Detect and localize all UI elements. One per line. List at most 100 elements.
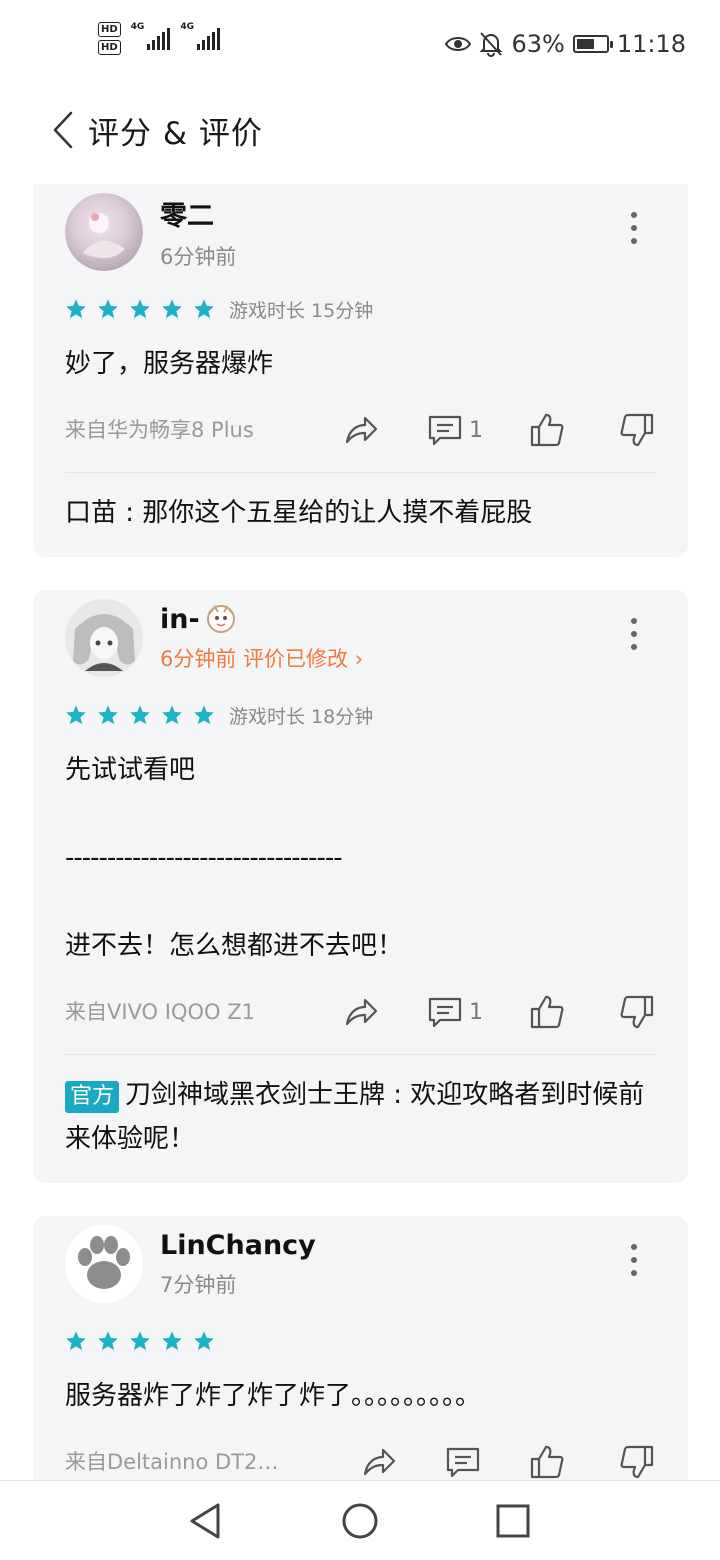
share-icon [345,998,378,1026]
bell-off-icon [480,32,503,57]
edited-link[interactable]: 评价已修改 › [243,647,363,671]
more-options-button[interactable] [622,1240,646,1280]
more-options-button[interactable] [622,208,646,248]
playtime: 游戏时长 15分钟 [229,299,374,322]
signal-icon-sim1: 4G [131,22,171,50]
device-label: 来自华为畅享8 Plus [65,418,254,442]
comment-count: 1 [469,417,483,443]
like-button[interactable] [529,994,565,1030]
star-icon [162,705,182,725]
comment-icon [446,1447,480,1478]
reply[interactable]: 口苗 : 那你这个五星给的让人摸不着屁股 [65,473,656,557]
review-card: 零二 6分钟前 游戏时长 15分钟 妙了，服务器爆炸 来自华为畅享8 Plus … [33,184,688,557]
review-time: 6分钟前 [160,646,237,671]
system-nav-bar [0,1480,720,1560]
reply-text: 刀剑神域黑衣剑士王牌 : 欢迎攻略者到时候前来体验呢！ [65,1080,645,1154]
review-line: 进不去！怎么想都进不去吧！ [65,931,404,961]
user-badge-icon [206,605,235,633]
share-button[interactable] [361,1444,397,1480]
star-icon [66,299,86,319]
review-meta: 6分钟前 评价已修改 › [160,643,363,673]
dislike-button[interactable] [619,1444,655,1480]
thumbs-down-icon [620,1445,654,1479]
dislike-button[interactable] [619,412,655,448]
device-label: 来自Deltainno DT20... [65,1450,280,1474]
page-title: 评分 & 评价 [88,115,263,152]
dislike-button[interactable] [619,994,655,1030]
share-icon [363,1448,396,1476]
avatar[interactable] [65,599,143,677]
clock: 11:18 [616,30,686,58]
avatar[interactable] [65,193,143,271]
star-icon [130,705,150,725]
star-icon [98,705,118,725]
review-card: LinChancy 7分钟前 服务器炸了炸了炸了炸了。。。。。。。。。 来自De… [33,1216,688,1480]
share-icon [345,416,378,444]
username[interactable]: LinChancy [160,1230,316,1261]
thumbs-up-icon [530,413,564,447]
star-icon [194,299,214,319]
action-row: 来自华为畅享8 Plus 1 [65,394,656,464]
star-icon [194,705,214,725]
avatar[interactable] [65,1225,143,1303]
chevron-right-icon: › [348,646,364,671]
eye-icon [445,37,472,51]
official-badge: 官方 [65,1081,120,1113]
status-bar: HD HD 4G 4G 63% 11:18 [0,0,720,90]
rating-row [65,1326,656,1356]
review-header: LinChancy 7分钟前 [65,1216,656,1312]
star-icon [130,1331,150,1351]
comment-button[interactable] [445,1444,481,1480]
signal-icon-sim2: 4G [180,22,220,50]
review-text: 妙了，服务器爆炸 [65,342,656,386]
star-icon [162,299,182,319]
review-line: 服务器炸了炸了炸了炸了。。。。。。。。。 [65,1381,482,1411]
battery-percent: 63% [511,30,565,58]
star-rating [65,704,215,726]
comment-button[interactable]: 1 [427,412,483,448]
comment-button[interactable]: 1 [427,994,483,1030]
share-button[interactable] [343,994,379,1030]
hd-badge-2: HD [98,40,121,55]
star-icon [98,299,118,319]
nav-back-triangle-icon[interactable] [186,1501,226,1541]
review-time: 7分钟前 [160,1272,237,1297]
playtime: 游戏时长 18分钟 [229,705,374,728]
username[interactable]: 零二 [160,194,236,233]
review-time: 6分钟前 [160,244,237,269]
thumbs-up-icon [530,995,564,1029]
action-row: 来自VIVO IQOO Z1 1 [65,976,656,1046]
thumbs-down-icon [620,995,654,1029]
reply[interactable]: 官方 刀剑神域黑衣剑士王牌 : 欢迎攻略者到时候前来体验呢！ [65,1055,656,1183]
star-icon [66,705,86,725]
like-button[interactable] [529,1444,565,1480]
comment-icon [428,997,462,1028]
review-text: 服务器炸了炸了炸了炸了。。。。。。。。。 [65,1374,656,1418]
hd-badge-1: HD [98,22,121,37]
nav-recents-square-icon[interactable] [493,1501,533,1541]
nav-home-circle-icon[interactable] [340,1501,380,1541]
more-options-button[interactable] [622,614,646,654]
review-header: in- 6分钟前 评价已修改 › [65,590,656,686]
star-icon [130,299,150,319]
reply-text: 口苗 : 那你这个五星给的让人摸不着屁股 [65,498,533,528]
username[interactable]: in- [160,604,363,635]
review-line: 先试试看吧 [65,755,196,785]
comment-icon [428,415,462,446]
rating-row: 游戏时长 18分钟 [65,700,656,730]
device-label: 来自VIVO IQOO Z1 [65,1000,255,1024]
chevron-left-icon [53,111,73,149]
share-button[interactable] [343,412,379,448]
like-button[interactable] [529,412,565,448]
back-button[interactable] [38,102,88,158]
thumbs-up-icon [530,1445,564,1479]
review-list[interactable]: 零二 6分钟前 游戏时长 15分钟 妙了，服务器爆炸 来自华为畅享8 Plus … [33,184,688,1480]
thumbs-down-icon [620,413,654,447]
star-rating [65,1330,215,1352]
review-text: 先试试看吧 --------------------------------- … [65,748,656,968]
network-indicators: HD HD 4G 4G [98,22,220,55]
star-rating [65,298,215,320]
review-separator: --------------------------------- [65,843,343,873]
star-icon [162,1331,182,1351]
comment-count: 1 [469,999,483,1025]
